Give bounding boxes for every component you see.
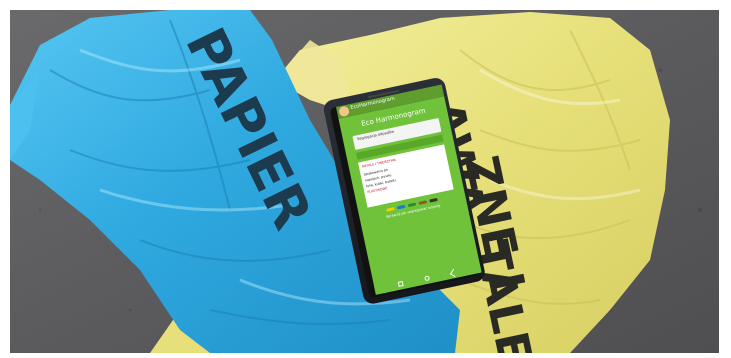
back-icon[interactable] xyxy=(449,268,459,278)
photograph: AWA ZNE I TALE xyxy=(10,10,719,353)
search-field-text: Segregacja odpadów xyxy=(356,129,395,142)
brown-bin-icon xyxy=(418,200,427,205)
home-icon[interactable] xyxy=(424,275,431,282)
black-bin-icon xyxy=(429,197,438,203)
photo-frame: AWA ZNE I TALE xyxy=(0,0,731,358)
result-line: METALE I TWORZYWA xyxy=(361,157,397,169)
yellow-bin-icon xyxy=(386,207,395,212)
recent-apps-icon[interactable] xyxy=(397,280,404,287)
green-bin-icon xyxy=(407,202,417,208)
blue-bin-icon xyxy=(397,204,406,210)
